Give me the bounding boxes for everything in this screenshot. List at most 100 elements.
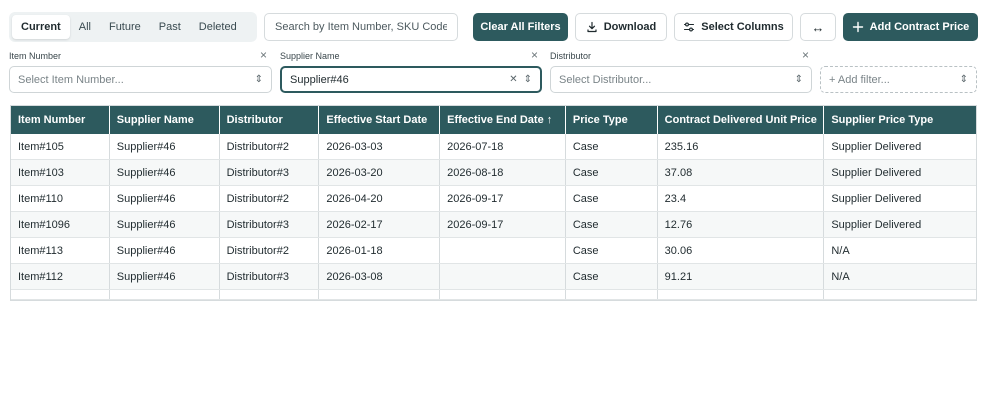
sliders-icon — [683, 21, 695, 33]
column-header-supplier-name[interactable]: Supplier Name — [110, 106, 220, 134]
chevron-up-down-icon: ⇕ — [794, 74, 803, 85]
supplier-name-filter-remove-icon[interactable]: × — [531, 48, 538, 62]
plus-icon — [852, 21, 864, 33]
column-header-price-type[interactable]: Price Type — [566, 106, 658, 134]
download-icon — [586, 21, 598, 33]
table-cell: Case — [566, 264, 658, 289]
table-cell: 235.16 — [658, 134, 825, 159]
clear-all-filters-label: Clear All Filters — [480, 21, 561, 33]
table-cell: 2026-01-18 — [319, 238, 441, 263]
table-cell: Supplier#46 — [110, 212, 220, 237]
table-cell: 2026-03-03 — [319, 134, 441, 159]
table-cell: 12.76 — [658, 212, 825, 237]
table-cell: Item#110 — [11, 186, 110, 211]
column-header-contract-delivered-unit-price[interactable]: Contract Delivered Unit Price — [658, 106, 825, 134]
download-button[interactable]: Download — [575, 13, 667, 41]
table-cell: N/A — [831, 244, 850, 257]
table-cell: Distributor#3 — [220, 160, 320, 185]
distributor-filter-placeholder: Select Distributor... — [559, 73, 652, 86]
table-cell: Item#112 — [11, 264, 110, 289]
table-cell: Supplier#46 — [110, 160, 220, 185]
table-cell: Distributor#3 — [220, 212, 320, 237]
table-cell: Supplier#46 — [110, 134, 220, 159]
tab-current[interactable]: Current — [12, 15, 70, 39]
table-cell: Case — [566, 186, 658, 211]
column-header-supplier-price-type[interactable]: Supplier Price Type — [824, 106, 976, 134]
table-cell: N/A — [831, 270, 850, 283]
table-cell — [658, 290, 825, 299]
table-cell: Supplier Delivered — [831, 140, 922, 153]
distributor-filter-label: Distributor — [550, 51, 592, 61]
table-cell: 2026-03-08 — [319, 264, 441, 289]
expand-columns-button[interactable]: ↔ — [800, 13, 836, 41]
table-cell: 2026-03-20 — [319, 160, 441, 185]
clear-value-icon[interactable]: ✕ — [509, 74, 517, 85]
table-cell: Supplier#46 — [110, 186, 220, 211]
table-cell: Distributor#2 — [220, 134, 320, 159]
table-cell — [440, 264, 566, 289]
table-row[interactable]: Item#112 Supplier#46 Distributor#3 2026-03-… — [11, 264, 976, 290]
table-cell — [319, 290, 441, 299]
download-label: Download — [603, 21, 657, 33]
table-cell: Supplier Delivered — [831, 192, 922, 205]
add-filter-select[interactable]: + Add filter... ⇕ — [820, 66, 977, 93]
table-cell: Supplier Delivered — [831, 166, 922, 179]
supplier-name-filter-select[interactable]: Supplier#46 ✕ ⇕ — [280, 66, 542, 93]
table-row[interactable]: Item#103 Supplier#46 Distributor#3 2026-03-… — [11, 160, 976, 186]
supplier-name-filter-value: Supplier#46 — [290, 73, 349, 86]
table-row-partial — [11, 290, 976, 300]
table-cell: Supplier#46 — [110, 264, 220, 289]
select-columns-button[interactable]: Select Columns — [674, 13, 793, 41]
table-cell — [566, 290, 658, 299]
table-cell: Case — [566, 212, 658, 237]
table-cell — [440, 238, 566, 263]
table-cell: Item#1096 — [11, 212, 110, 237]
item-number-filter-select[interactable]: Select Item Number... ⇕ — [9, 66, 272, 93]
chevron-up-down-icon: ⇕ — [254, 74, 263, 85]
distributor-filter-remove-icon[interactable]: × — [802, 48, 809, 62]
table-row[interactable]: Item#105 Supplier#46 Distributor#2 2026-03-… — [11, 134, 976, 160]
table-cell — [220, 290, 320, 299]
item-number-filter-label: Item Number — [9, 51, 62, 61]
search-input[interactable] — [264, 13, 458, 41]
table-cell — [11, 290, 110, 299]
table-cell — [110, 290, 220, 299]
table-cell — [440, 290, 566, 299]
table-cell: 2026-09-17 — [440, 186, 566, 211]
clear-all-filters-button[interactable]: Clear All Filters — [473, 13, 568, 41]
view-tabs: Current All Future Past Deleted — [9, 12, 257, 42]
table-cell: Distributor#2 — [220, 238, 320, 263]
item-number-filter-remove-icon[interactable]: × — [260, 48, 267, 62]
table-row[interactable]: Item#110 Supplier#46 Distributor#2 2026-04-… — [11, 186, 976, 212]
table-cell: Case — [566, 160, 658, 185]
table-cell — [824, 290, 976, 299]
table-row[interactable]: Item#113 Supplier#46 Distributor#2 2026-01-… — [11, 238, 976, 264]
column-header-distributor[interactable]: Distributor — [220, 106, 320, 134]
table-cell: Case — [566, 134, 658, 159]
table-cell: Item#113 — [11, 238, 110, 263]
add-contract-price-button[interactable]: Add Contract Price — [843, 13, 978, 41]
tab-all[interactable]: All — [70, 15, 100, 39]
column-header-effective-start-date[interactable]: Effective Start Date — [319, 106, 441, 134]
table-cell: 91.21 — [658, 264, 825, 289]
supplier-name-filter-label: Supplier Name — [280, 51, 340, 61]
tab-future[interactable]: Future — [100, 15, 150, 39]
table-cell: Item#103 — [11, 160, 110, 185]
column-header-item-number[interactable]: Item Number — [11, 106, 110, 134]
table-cell: Case — [566, 238, 658, 263]
distributor-filter-select[interactable]: Select Distributor... ⇕ — [550, 66, 812, 93]
table-cell: Item#105 — [11, 134, 110, 159]
table-body: Item#105 Supplier#46 Distributor#2 2026-03-… — [11, 134, 976, 300]
column-header-effective-end-date[interactable]: Effective End Date ↑ — [440, 106, 566, 134]
table-cell: Distributor#2 — [220, 186, 320, 211]
contract-price-table: Item Number Supplier Name Distributor Ef… — [10, 105, 977, 301]
table-cell: Supplier#46 — [110, 238, 220, 263]
table-row[interactable]: Item#1096 Supplier#46 Distributor#3 2026-02… — [11, 212, 976, 238]
table-cell: 2026-07-18 — [440, 134, 566, 159]
tab-past[interactable]: Past — [150, 15, 190, 39]
tab-deleted[interactable]: Deleted — [190, 15, 246, 39]
add-contract-price-label: Add Contract Price — [869, 21, 970, 33]
table-header: Item Number Supplier Name Distributor Ef… — [11, 106, 976, 134]
table-cell: 37.08 — [658, 160, 825, 185]
table-cell: 30.06 — [658, 238, 825, 263]
